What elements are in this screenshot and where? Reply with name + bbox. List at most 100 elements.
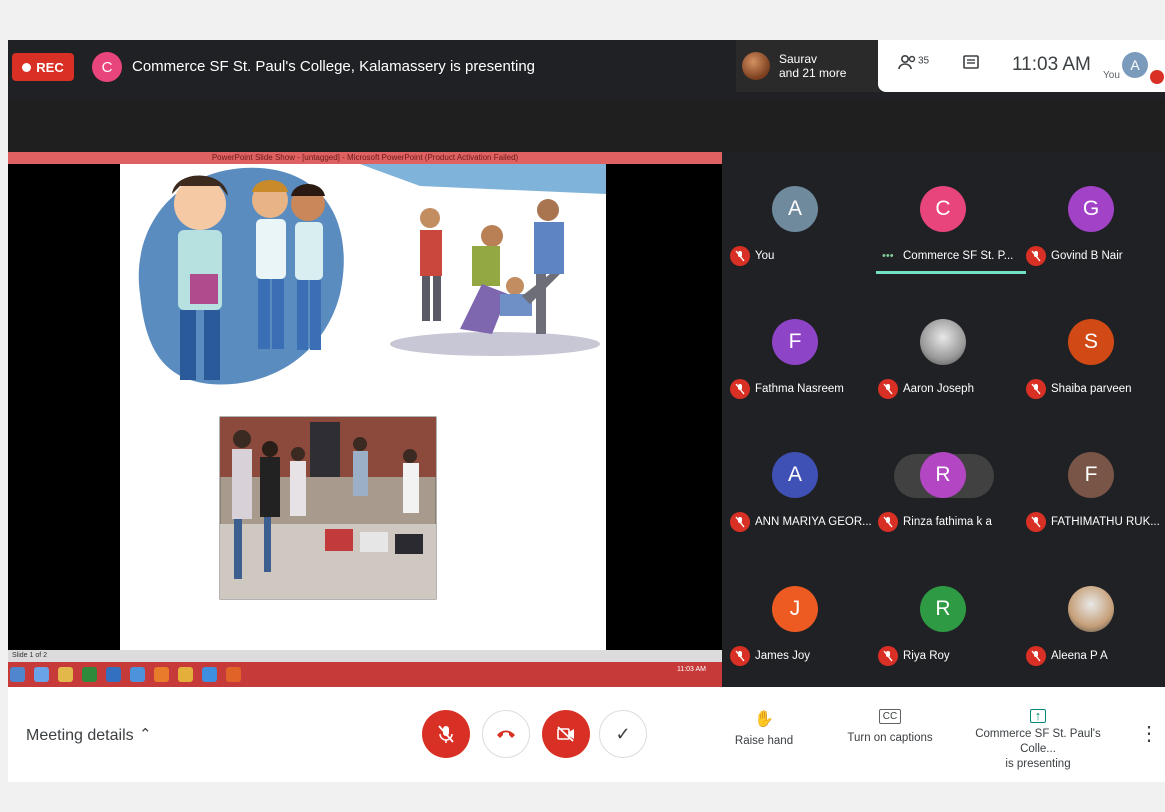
active-speaker-underline (876, 271, 1026, 274)
shared-screen: PowerPoint Slide Show - [untagged] - Mic… (8, 152, 722, 687)
mic-muted-icon (1026, 379, 1046, 399)
presenter-avatar: C (92, 52, 122, 82)
windows-taskbar: 11:03 AM (8, 662, 722, 687)
mic-muted-icon (878, 512, 898, 532)
participant-tile[interactable]: A ANN MARIYA GEOR... (722, 418, 872, 551)
participant-tile[interactable]: R Riya Roy (870, 552, 1017, 685)
participant-name: FATHIMATHU RUK... (1051, 516, 1160, 528)
powerpoint-titlebar: PowerPoint Slide Show - [untagged] - Mic… (8, 152, 722, 164)
participant-avatar: F (772, 319, 818, 365)
participant-photo-avatar (742, 52, 770, 80)
mic-muted-icon (1026, 512, 1046, 532)
mic-muted-icon (1026, 646, 1046, 666)
speaking-indicator-icon: ••• (882, 250, 894, 262)
record-dot-icon (22, 62, 32, 72)
participant-tile[interactable]: J James Joy (722, 552, 869, 685)
mic-muted-icon (730, 646, 750, 666)
captions-label: Turn on captions (847, 732, 933, 744)
recording-badge: REC (12, 53, 74, 81)
folder-icon (58, 667, 73, 682)
other-participants-chip[interactable]: Saurav and 21 more (736, 40, 880, 92)
participant-avatar: A (772, 186, 818, 232)
chat-button[interactable] (962, 54, 980, 77)
meeting-info-panel: 35 11:03 AM You A (878, 40, 1165, 92)
hang-up-icon (497, 730, 515, 738)
participant-name: Shaiba parveen (1051, 383, 1132, 395)
mic-muted-icon (730, 379, 750, 399)
word-icon (106, 667, 121, 682)
participant-name: ANN MARIYA GEOR... (755, 516, 872, 528)
people-icon (898, 54, 916, 70)
participant-name: Aaron Joseph (903, 383, 974, 395)
checkmark-button[interactable]: ✓ (599, 710, 647, 758)
presenting-button[interactable]: ↑ Commerce SF St. Paul's Colle... is pre… (958, 709, 1118, 772)
participant-tile[interactable]: F Fathma Nasreem (722, 285, 869, 418)
participant-avatar: G (1068, 186, 1114, 232)
participant-avatar: J (772, 586, 818, 632)
present-screen-icon: ↑ (1030, 709, 1046, 723)
participant-name: Commerce SF St. P... (903, 250, 1014, 262)
participant-name: Aleena P A (1051, 650, 1108, 662)
people-button[interactable]: 35 (898, 54, 929, 75)
presenting-text: Commerce SF St. Paul's College, Kalamass… (132, 58, 536, 75)
slide-illustration (138, 164, 606, 600)
participant-grid: A You C ••• Commerce SF St. P... G Govind B Na… (722, 152, 1165, 687)
camera-off-icon (557, 726, 574, 742)
powerpoint-status-bar: Slide 1 of 2 (8, 650, 722, 662)
skype-icon (130, 667, 145, 682)
camera-off-button[interactable] (542, 710, 590, 758)
participant-avatar: S (1068, 319, 1114, 365)
self-avatar[interactable]: A (1122, 52, 1148, 78)
others-more: and 21 more (779, 66, 847, 80)
you-label: You (1103, 70, 1120, 81)
more-options-icon[interactable]: ⋮ (1139, 721, 1159, 746)
bottom-bar: Meeting details ⌃ ✓ ✋ Raise hand CC Turn… (8, 687, 1165, 782)
participant-name: James Joy (755, 650, 810, 662)
participant-tile[interactable]: Aleena P A (1018, 552, 1165, 685)
captions-icon: CC (878, 709, 902, 724)
start-icon (10, 667, 25, 682)
meet-window: REC C Commerce SF St. Paul's College, Ka… (8, 40, 1165, 782)
mic-muted-icon (878, 646, 898, 666)
mic-muted-icon (730, 246, 750, 266)
chevron-up-icon[interactable]: ⌃ (139, 725, 152, 743)
participant-avatar (1068, 586, 1114, 632)
others-name: Saurav (779, 52, 818, 66)
raise-hand-label: Raise hand (734, 735, 794, 747)
participant-name: Govind B Nair (1051, 250, 1123, 262)
raise-hand-button[interactable]: ✋ Raise hand (734, 709, 794, 747)
mic-muted-icon (878, 379, 898, 399)
participant-name: Rinza fathima k a (903, 516, 992, 528)
participant-avatar: R (920, 586, 966, 632)
people-count: 35 (918, 55, 930, 67)
participant-tile[interactable]: S Shaiba parveen (1018, 285, 1165, 418)
participant-tile[interactable]: F FATHIMATHU RUK... (1018, 418, 1165, 551)
participant-avatar: F (1068, 452, 1114, 498)
self-muted-icon (1150, 70, 1164, 84)
captions-button[interactable]: CC Turn on captions (840, 709, 940, 744)
taskbar-app-icon (34, 667, 49, 682)
mic-muted-icon (730, 512, 750, 532)
presenting-line1: Commerce SF St. Paul's Colle... (975, 728, 1101, 755)
hang-up-button[interactable] (482, 710, 530, 758)
participant-avatar: R (920, 452, 966, 498)
meeting-details-button[interactable]: Meeting details (26, 727, 134, 745)
participant-tile[interactable]: Aaron Joseph (870, 285, 1017, 418)
clock: 11:03 AM (1012, 54, 1091, 75)
tray-clock: 11:03 AM (676, 666, 706, 673)
participant-name: Fathma Nasreem (755, 383, 844, 395)
chrome-icon (178, 667, 193, 682)
participant-avatar: A (772, 452, 818, 498)
top-bar: REC C Commerce SF St. Paul's College, Ka… (8, 40, 1165, 100)
participant-tile[interactable]: R Rinza fathima k a (870, 418, 1017, 551)
mic-muted-icon (1026, 246, 1046, 266)
participant-tile[interactable]: C ••• Commerce SF St. P... (870, 152, 1026, 285)
powerpoint-icon (226, 667, 241, 682)
hand-icon: ✋ (754, 711, 774, 728)
mic-off-button[interactable] (422, 710, 470, 758)
participant-tile[interactable]: A You (722, 152, 869, 285)
excel-icon (82, 667, 97, 682)
rec-label: REC (36, 59, 64, 75)
participant-name: You (755, 250, 775, 262)
participant-tile[interactable]: G Govind B Nair (1018, 152, 1165, 285)
